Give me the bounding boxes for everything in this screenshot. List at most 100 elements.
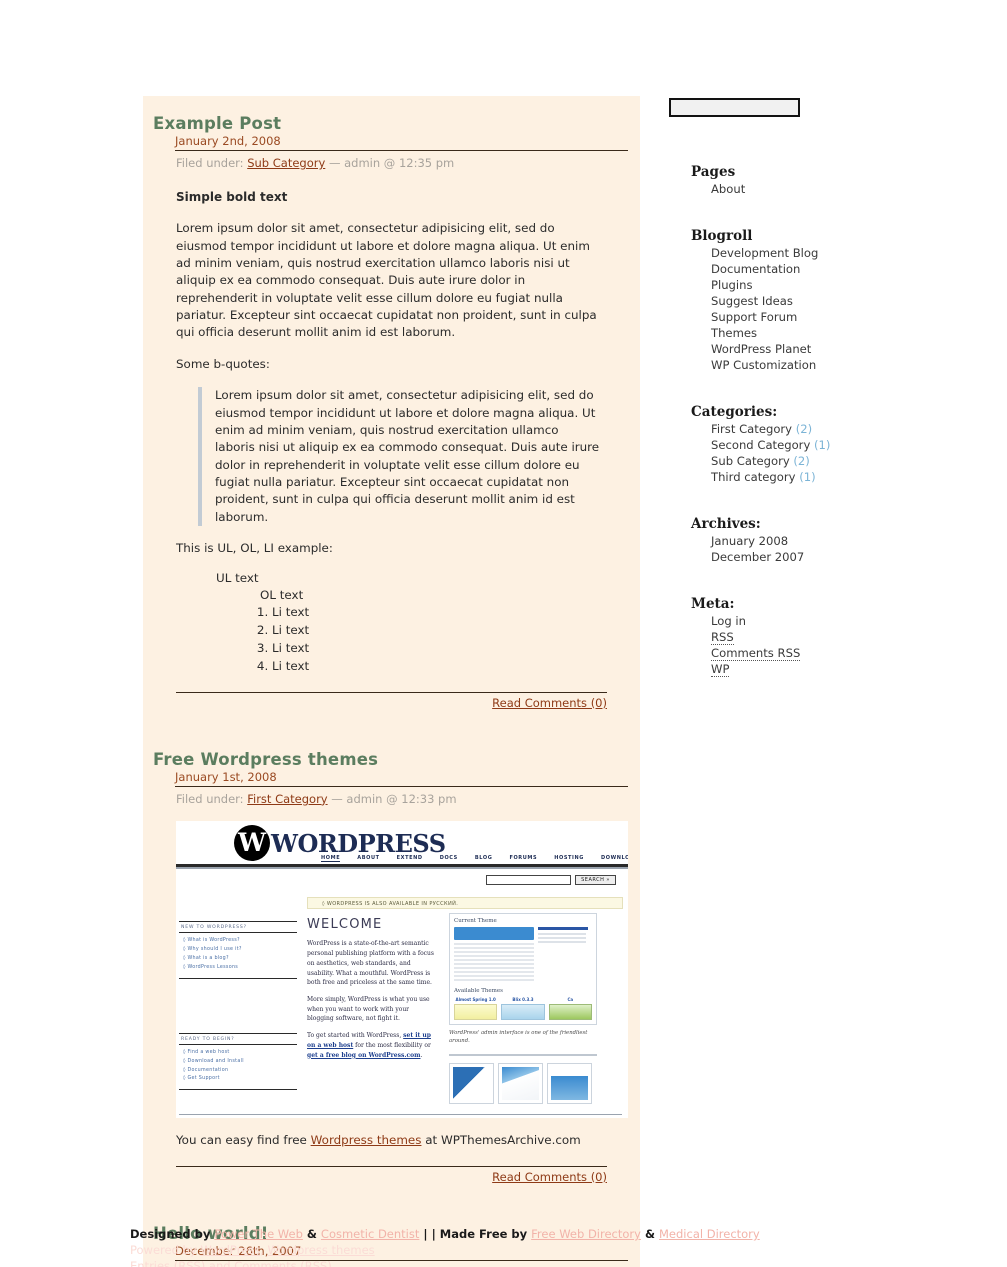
list-item: Second Category (1) bbox=[711, 438, 919, 454]
sidebar-item-support-forum[interactable]: Support Forum bbox=[711, 310, 797, 324]
list-item: Suggest Ideas bbox=[711, 294, 919, 310]
list-item: WP bbox=[711, 661, 919, 678]
footer-link-cosmetic-dentist[interactable]: Cosmetic Dentist bbox=[321, 1227, 419, 1241]
list-item: Comments RSS bbox=[711, 645, 919, 662]
footer-link-wordpress[interactable]: WordPress bbox=[200, 1243, 260, 1257]
wps-search-button[interactable]: SEARCH » bbox=[575, 875, 616, 886]
sidebar-item-suggest-ideas[interactable]: Suggest Ideas bbox=[711, 294, 793, 308]
wps-nav-download[interactable]: DOWNLOAD bbox=[601, 855, 628, 862]
wps-panel-title: Current Theme bbox=[454, 918, 497, 925]
list-item: RSS bbox=[711, 629, 919, 646]
sidebar-section-categories: Categories: First Category (2) Second Ca… bbox=[669, 404, 919, 486]
category-link-sub-category[interactable]: Sub Category bbox=[247, 156, 325, 170]
wps-nav-hosting[interactable]: HOSTING bbox=[554, 855, 584, 862]
sidebar-item-log-in[interactable]: Log in bbox=[711, 614, 746, 628]
footer-link-power-the-web[interactable]: Power The Web bbox=[214, 1227, 303, 1241]
footer-link-medical-directory[interactable]: Medical Directory bbox=[659, 1227, 760, 1241]
sidebar-list: Log in RSS Comments RSS WP bbox=[669, 614, 919, 678]
post-paragraph-1: Lorem ipsum dolor sit amet, consectetur … bbox=[176, 221, 597, 340]
wps-nav-forums[interactable]: FORUMS bbox=[509, 855, 537, 862]
wps-panel-caption: WordPress' admin interface is one of the… bbox=[449, 1030, 588, 1045]
footer-link-free-web-directory[interactable]: Free Web Directory bbox=[531, 1227, 641, 1241]
sidebar-item-documentation[interactable]: Documentation bbox=[711, 262, 800, 276]
sidebar-section-meta: Meta: Log in RSS Comments RSS WP bbox=[669, 596, 919, 678]
wps-nav-blog[interactable]: BLOG bbox=[475, 855, 493, 862]
wps-theme-preview bbox=[454, 927, 534, 983]
wps-nav-home[interactable]: HOME bbox=[321, 855, 341, 863]
wps-language-notice: ◊ WORDPRESS IS ALSO AVAILABLE IN РУССКИЙ… bbox=[307, 897, 623, 910]
wordpress-themes-link[interactable]: Wordpress themes bbox=[311, 1133, 422, 1147]
wps-box2-item[interactable]: ◊ Documentation bbox=[183, 1067, 297, 1076]
wps-box1-item[interactable]: ◊ WordPress Lessons bbox=[183, 964, 297, 973]
list-item: WordPress Planet bbox=[711, 342, 919, 358]
sidebar-list: About bbox=[669, 182, 919, 198]
wps-link-free-blog[interactable]: get a free blog on WordPress.com bbox=[307, 1052, 420, 1059]
wps-p3-mid: for the most flexibility or bbox=[353, 1041, 431, 1049]
wps-theme-thumb-label: Blix 0.3.3 bbox=[512, 997, 534, 1003]
read-comments-link[interactable]: Read Comments (0) bbox=[492, 1170, 607, 1184]
sidebar-item-third-category[interactable]: Third category bbox=[711, 470, 796, 484]
wps-box2-list: ◊ Find a web host ◊ Download and Install… bbox=[179, 1045, 297, 1091]
read-comments-link[interactable]: Read Comments (0) bbox=[492, 696, 607, 710]
content-column: Example Post January 2nd, 2008 Filed und… bbox=[143, 96, 640, 1267]
li-item: Li text bbox=[272, 658, 607, 676]
sidebar-item-december-2007[interactable]: December 2007 bbox=[711, 550, 804, 564]
category-count: (2) bbox=[795, 421, 813, 436]
wps-right-column: Current Theme Available Themes Almost Sp… bbox=[449, 913, 597, 1105]
wps-box2-item[interactable]: ◊ Download and Install bbox=[183, 1058, 297, 1067]
wps-theme-thumb[interactable]: Blix 0.3.3 bbox=[501, 997, 545, 1021]
sidebar-item-sub-category[interactable]: Sub Category bbox=[711, 454, 790, 468]
wps-box2-item[interactable]: ◊ Get Support bbox=[183, 1075, 297, 1084]
wps-box1-item[interactable]: ◊ Why should I use it? bbox=[183, 946, 297, 955]
wps-box1-item[interactable]: ◊ What is a blog? bbox=[183, 955, 297, 964]
sidebar-item-rss[interactable]: RSS bbox=[711, 629, 734, 645]
sidebar-item-plugins[interactable]: Plugins bbox=[711, 278, 753, 292]
sidebar-list: First Category (2) Second Category (1) S… bbox=[669, 422, 919, 486]
sidebar-item-first-category[interactable]: First Category bbox=[711, 422, 792, 436]
filed-under-label: Filed under: bbox=[176, 791, 244, 806]
sidebar-item-comments-rss[interactable]: Comments RSS bbox=[711, 645, 801, 661]
wps-feature-card[interactable] bbox=[449, 1063, 494, 1105]
wps-feature-card[interactable] bbox=[547, 1063, 592, 1105]
sidebar-item-wordpress-planet[interactable]: WordPress Planet bbox=[711, 342, 811, 356]
sidebar-item-january-2008[interactable]: January 2008 bbox=[711, 534, 788, 548]
search-input[interactable] bbox=[669, 98, 800, 117]
wps-body: SEARCH » ◊ WORDPRESS IS ALSO AVAILABLE I… bbox=[176, 869, 628, 1118]
post-meta: Filed under: First Category — admin @ 12… bbox=[176, 791, 628, 808]
sidebar: Pages About Blogroll Development Blog Do… bbox=[669, 96, 919, 678]
sidebar-item-themes[interactable]: Themes bbox=[711, 326, 757, 340]
sidebar-item-wp[interactable]: WP bbox=[711, 661, 730, 677]
wps-theme-thumb[interactable]: Almost Spring 1.0 bbox=[454, 997, 498, 1021]
sidebar-item-development-blog[interactable]: Development Blog bbox=[711, 246, 818, 260]
footer-link-entries[interactable]: Entries bbox=[130, 1259, 170, 1267]
footer-link-wordpress-themes[interactable]: Wordpress themes bbox=[267, 1243, 374, 1257]
sidebar-item-about[interactable]: About bbox=[711, 182, 745, 196]
wps-nav-extend[interactable]: EXTEND bbox=[397, 855, 423, 862]
category-link-first-category[interactable]: First Category bbox=[247, 792, 327, 806]
post-title: Example Post bbox=[153, 114, 282, 133]
wps-box1-item[interactable]: ◊ What is WordPress? bbox=[183, 937, 297, 946]
wps-theme-row bbox=[454, 927, 592, 983]
filed-under-label: Filed under: bbox=[176, 156, 244, 170]
wps-search-input[interactable] bbox=[486, 875, 572, 886]
wps-nav: HOME ABOUT EXTEND DOCS BLOG FORUMS HOSTI… bbox=[321, 855, 628, 863]
wps-theme-thumb[interactable]: Ca bbox=[548, 997, 592, 1021]
post-paragraph: You can easy find free Wordpress themes … bbox=[176, 1132, 607, 1149]
wps-nav-about[interactable]: ABOUT bbox=[357, 855, 379, 862]
list-item: About bbox=[711, 182, 919, 198]
post-body: You can easy find free Wordpress themes … bbox=[176, 1132, 607, 1149]
wps-box2-item[interactable]: ◊ Find a web host bbox=[183, 1049, 297, 1058]
wps-box1-title: NEW TO WORDPRESS? bbox=[179, 921, 297, 934]
wps-nav-docs[interactable]: DOCS bbox=[440, 855, 458, 862]
wps-feature-card[interactable] bbox=[498, 1063, 543, 1105]
sidebar-section-pages: Pages About bbox=[669, 164, 919, 198]
category-count: (1) bbox=[814, 437, 831, 452]
footer-link-comments[interactable]: Comments bbox=[234, 1259, 296, 1267]
sidebar-item-second-category[interactable]: Second Category bbox=[711, 438, 810, 452]
sidebar-item-wp-customization[interactable]: WP Customization bbox=[711, 358, 816, 372]
post-paragraph-2: Some b-quotes: bbox=[176, 356, 270, 371]
post-title: Free Wordpress themes bbox=[153, 749, 379, 769]
wps-theme-thumbs: Almost Spring 1.0 Blix 0.3.3 Ca bbox=[454, 997, 592, 1021]
post-example-post: Example Post January 2nd, 2008 Filed und… bbox=[143, 114, 640, 710]
post-bold-lead: Simple bold text bbox=[176, 189, 288, 204]
